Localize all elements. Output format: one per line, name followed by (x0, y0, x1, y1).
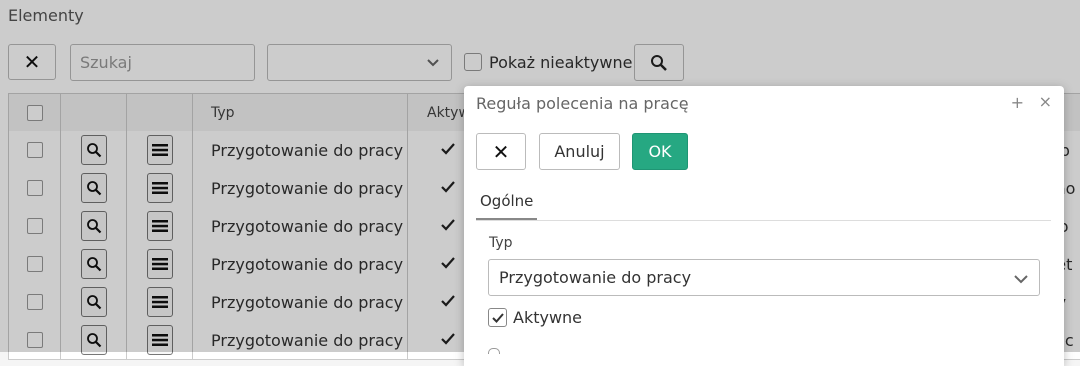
next-field-partial (488, 348, 500, 354)
rule-dialog: Reguła polecenia na pracę + × ✕ Anuluj O… (464, 86, 1064, 366)
active-checkbox[interactable] (488, 308, 507, 327)
dialog-title: Reguła polecenia na pracę (476, 94, 689, 113)
dialog-clear-button[interactable]: ✕ (476, 133, 526, 170)
chevron-down-icon (1014, 275, 1028, 284)
type-field-label: Typ (489, 235, 513, 251)
active-checkbox-label: Aktywne (513, 308, 583, 327)
close-icon[interactable]: × (1039, 92, 1052, 111)
type-select-value: Przygotowanie do pracy (499, 268, 692, 287)
cancel-button[interactable]: Anuluj (539, 133, 620, 170)
maximize-icon[interactable]: + (1011, 93, 1024, 112)
type-select[interactable]: Przygotowanie do pracy (488, 259, 1040, 296)
dialog-tab-bar: Ogólne (476, 184, 1051, 221)
checkmark-icon (491, 312, 504, 323)
tab-general[interactable]: Ogólne (476, 184, 538, 220)
ok-button[interactable]: OK (632, 133, 688, 170)
